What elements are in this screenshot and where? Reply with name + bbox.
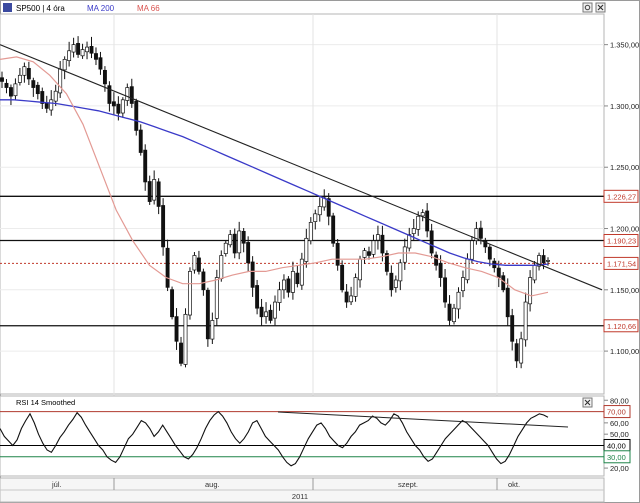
rsi-level-badge: 70,00	[603, 405, 631, 419]
symbol-icon	[3, 3, 12, 12]
close-icon[interactable]	[595, 2, 606, 13]
month-label: okt.	[508, 480, 520, 489]
rsi-label[interactable]: RSI 14 Smoothed	[16, 398, 75, 407]
svg-text:1.171,54: 1.171,54	[607, 259, 636, 268]
rsi-level-badge: 40,00	[603, 438, 631, 452]
price-axis-tick-label: 1.100,00	[610, 347, 639, 356]
svg-text:1.190,23: 1.190,23	[607, 236, 636, 245]
rsi-axis-tick-label: 50,00	[610, 430, 629, 439]
candle	[331, 212, 336, 247]
level-badge: 1.120,66	[603, 319, 639, 333]
candle	[214, 269, 219, 326]
candle	[134, 98, 139, 136]
level-badge: 1.171,54	[603, 256, 639, 270]
level-badge: 1.226,27	[603, 189, 639, 203]
candle	[384, 250, 389, 276]
price-axis-tick-label: 1.300,00	[610, 102, 639, 111]
year-label: 2011	[292, 492, 308, 501]
rsi-close-icon[interactable]	[582, 397, 593, 408]
rsi-axis-tick-label: 20,00	[610, 464, 629, 473]
candle	[205, 287, 210, 347]
svg-text:70,00: 70,00	[607, 408, 626, 417]
rsi-level-badge: 30,00	[603, 450, 631, 464]
price-axis-tick-label: 1.150,00	[610, 286, 639, 295]
ma200-label[interactable]: MA 200	[87, 4, 115, 13]
candle	[188, 267, 192, 320]
rsi-axis-tick-label: 80,00	[610, 396, 629, 405]
price-axis-tick-label: 1.200,00	[610, 225, 639, 234]
candle	[340, 260, 345, 293]
symbol-label[interactable]: SP500 | 4 óra	[16, 4, 65, 13]
svg-text:30,00: 30,00	[607, 453, 626, 462]
chart-window: SP500 | 4 óra MA 200 MA 66 1.350,00 1.300…	[0, 0, 640, 503]
candle	[183, 308, 188, 368]
price-axis-tick-label: 1.250,00	[610, 163, 639, 172]
gear-icon[interactable]	[582, 2, 593, 13]
svg-text:40,00: 40,00	[607, 441, 626, 450]
candle	[161, 198, 166, 256]
level-badge: 1.190,23	[603, 233, 639, 247]
month-label: aug.	[205, 480, 220, 489]
month-label: júl.	[51, 480, 62, 489]
rsi-pane	[0, 395, 605, 477]
svg-text:1.226,27: 1.226,27	[607, 192, 636, 201]
ma66-label[interactable]: MA 66	[137, 4, 160, 13]
svg-text:1.120,66: 1.120,66	[607, 322, 636, 331]
price-chart-canvas: SP500 | 4 óra MA 200 MA 66 1.350,00 1.300…	[0, 0, 640, 503]
month-label: szept.	[398, 480, 418, 489]
rsi-axis-tick-label: 60,00	[610, 419, 629, 428]
price-axis-tick-label: 1.350,00	[610, 41, 639, 50]
candle	[170, 286, 175, 320]
